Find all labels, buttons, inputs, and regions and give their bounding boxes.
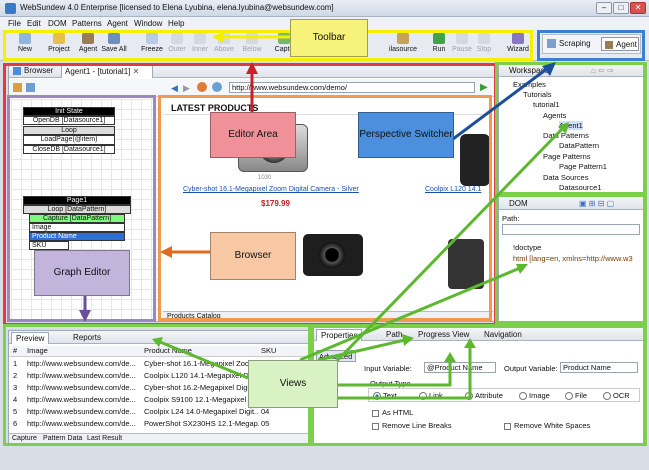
views-callout: Views [248, 360, 338, 408]
toolbar-callout: Toolbar [290, 19, 368, 57]
perspective-switcher-callout: Perspective Switcher [358, 112, 454, 158]
browser-callout: Browser [210, 232, 296, 280]
perspective-arrow [444, 66, 549, 147]
graph-editor-callout: Graph Editor [34, 250, 130, 296]
editor-area-callout: Editor Area [210, 112, 296, 158]
